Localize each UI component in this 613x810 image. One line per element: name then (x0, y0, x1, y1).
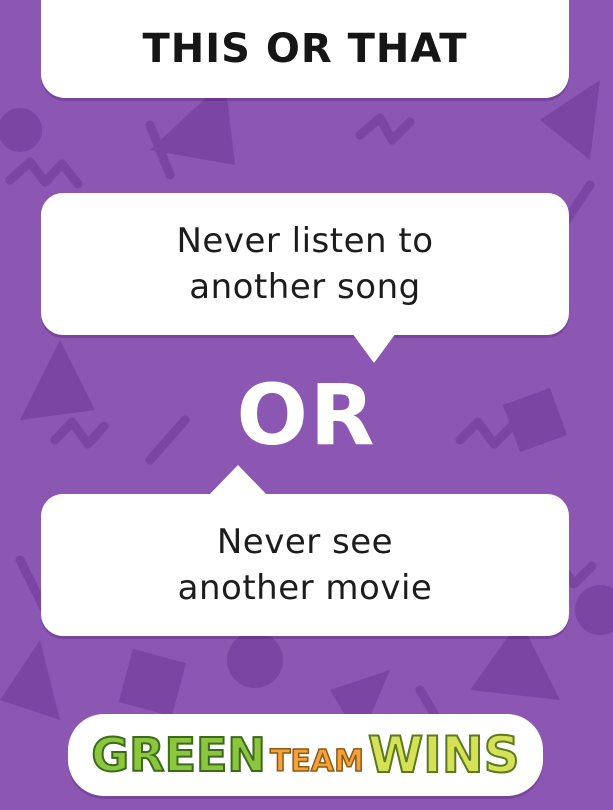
option-a-text: Never listen to another song (176, 221, 434, 307)
logo-word-team: TEAM (269, 743, 365, 780)
green-team-wins-logo: GREEN TEAM WINS (68, 714, 543, 796)
option-a-card[interactable]: Never listen to another song (41, 193, 569, 335)
page-title: THIS OR THAT (142, 26, 468, 72)
bg-zigzag (355, 113, 415, 145)
bg-circle (0, 108, 42, 152)
bg-stroke (145, 120, 175, 180)
bg-zigzag (5, 157, 83, 189)
bg-circle (575, 585, 613, 635)
or-separator: OR (236, 366, 377, 464)
title-card: THIS OR THAT (41, 0, 569, 98)
logo-word-green: GREEN (90, 727, 267, 783)
option-a-bubble-tail (352, 333, 396, 363)
bg-circle (227, 632, 283, 688)
option-b-bubble-tail (208, 465, 268, 496)
bg-square (118, 648, 187, 717)
logo-word-wins: WINS (367, 725, 521, 785)
option-b-card[interactable]: Never see another movie (41, 494, 569, 636)
bg-triangle (0, 640, 60, 720)
option-b-text: Never see another movie (177, 522, 433, 608)
